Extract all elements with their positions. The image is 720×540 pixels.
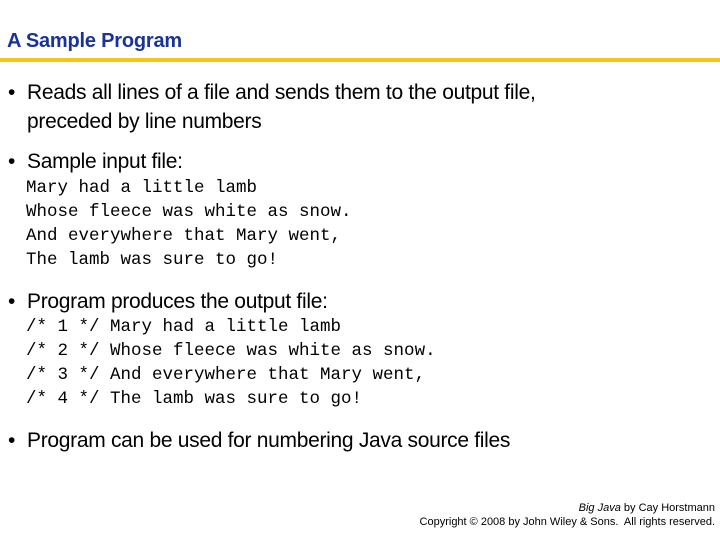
bullet-text: Sample input file:: [27, 150, 183, 173]
book-credit: Big Java by Cay Horstmann: [420, 501, 715, 515]
bullet-program-output: • Program produces the output file:: [8, 287, 328, 316]
author-text: by Cay Horstmann: [620, 502, 715, 514]
code-line: And everywhere that Mary went,: [26, 226, 342, 246]
bullet-reads-lines: • Reads all lines of a file and sends the…: [8, 78, 536, 136]
bullet-text: Program produces the output file:: [27, 290, 328, 313]
copyright-footer: Big Java by Cay Horstmann Copyright © 20…: [420, 501, 715, 529]
code-line: /* 2 */ Whose fleece was white as snow.: [26, 341, 436, 361]
title-underline-rule: [0, 58, 720, 62]
bullet-sample-input: • Sample input file:: [8, 147, 183, 176]
code-line: The lamb was sure to go!: [26, 250, 279, 270]
bullet-icon: •: [8, 290, 16, 313]
bullet-text: Reads all lines of a file and sends them…: [27, 81, 536, 104]
bullet-icon: •: [8, 429, 16, 452]
slide-title: A Sample Program: [7, 30, 183, 52]
bullet-java-numbering: • Program can be used for numbering Java …: [8, 426, 510, 455]
code-line: /* 1 */ Mary had a little lamb: [26, 317, 342, 337]
bullet-icon: •: [8, 81, 16, 104]
input-file-listing: Mary had a little lamb Whose fleece was w…: [26, 176, 352, 272]
code-line: Whose fleece was white as snow.: [26, 202, 352, 222]
code-line: /* 3 */ And everywhere that Mary went,: [26, 365, 426, 385]
bullet-text: Program can be used for numbering Java s…: [27, 429, 511, 452]
code-line: Mary had a little lamb: [26, 178, 258, 198]
copyright-text: Copyright © 2008 by John Wiley & Sons. A…: [419, 516, 715, 528]
book-title: Big Java: [578, 502, 621, 514]
code-line: /* 4 */ The lamb was sure to go!: [26, 389, 363, 409]
output-file-listing: /* 1 */ Mary had a little lamb /* 2 */ Wh…: [26, 315, 436, 411]
bullet-text-continued: preceded by line numbers: [27, 110, 262, 133]
bullet-icon: •: [8, 150, 16, 173]
